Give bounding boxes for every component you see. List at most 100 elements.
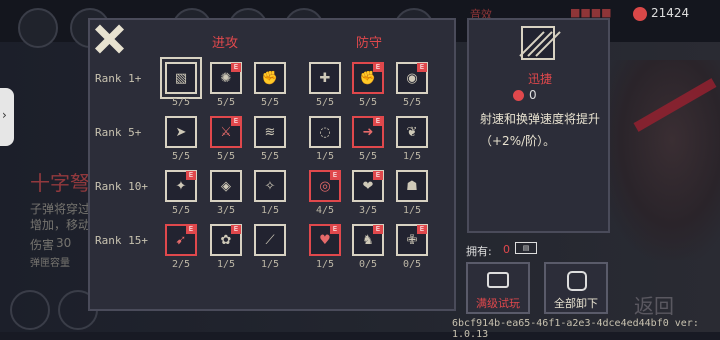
perk-level-count: 5/5 — [260, 97, 280, 108]
equipped-badge: E — [231, 225, 241, 234]
perk-slot[interactable]: ◌ — [309, 116, 341, 148]
back-button[interactable]: 返回 — [634, 290, 674, 319]
coin-icon — [633, 7, 647, 21]
wind-icon: ≋ — [264, 124, 276, 140]
perk-slot[interactable]: ✙ E — [396, 224, 428, 256]
chevron-right-icon: › — [2, 108, 7, 122]
perk-level-count: 5/5 — [171, 97, 191, 108]
perk-slot[interactable]: ◈ — [210, 170, 242, 202]
ticket-icon — [487, 272, 509, 288]
perk-cost: 0 — [529, 88, 537, 102]
perk-level-count: 1/5 — [260, 205, 280, 216]
perk-slot[interactable]: ✚ — [309, 62, 341, 94]
rank-label: Rank 10+ — [95, 180, 148, 193]
perk-level-count: 5/5 — [402, 97, 422, 108]
perk-level-count: 5/5 — [315, 97, 335, 108]
perk-slot[interactable]: ➤ — [165, 116, 197, 148]
perk-level-count: 1/5 — [315, 259, 335, 270]
equipped-badge: E — [373, 117, 383, 126]
weapon-name: 十字弩 — [30, 171, 90, 195]
perk-slot[interactable]: ➜ E — [352, 116, 384, 148]
perk-level-count: 0/5 — [402, 259, 422, 270]
cross-shield-icon: ✚ — [319, 70, 331, 86]
perk-level-count: 5/5 — [216, 97, 236, 108]
perk-level-count: 5/5 — [171, 151, 191, 162]
perk-level-count: 5/5 — [171, 205, 191, 216]
scarf-band — [633, 78, 717, 132]
perk-slot[interactable]: ✧ — [254, 170, 286, 202]
perk-slot[interactable]: ✦ E — [165, 170, 197, 202]
avatar-slot[interactable] — [18, 8, 58, 48]
owned-count: 0 — [503, 243, 510, 256]
perk-level-count: 3/5 — [358, 205, 378, 216]
weapon-desc-line1: 子弹将穿过 — [30, 202, 91, 216]
rune-circle-icon: ◈ — [221, 178, 231, 194]
perk-slot[interactable]: ✺ E — [210, 62, 242, 94]
equipped-badge: E — [330, 225, 340, 234]
max-level-trial-label: 满级试玩 — [476, 297, 520, 310]
perk-description: 射速和换弹速度将提升（+2%/阶）。 — [480, 112, 601, 148]
perk-slot[interactable]: ◎ E — [309, 170, 341, 202]
perk-level-count: 4/5 — [315, 205, 335, 216]
perk-level-count: 1/5 — [402, 205, 422, 216]
owned-label: 拥有: — [466, 245, 492, 258]
leaf-icon: ❦ — [406, 124, 418, 140]
perk-slot[interactable]: ❦ — [396, 116, 428, 148]
gem-icon — [513, 90, 524, 101]
perk-slot[interactable]: ❤ E — [352, 170, 384, 202]
perk-slot[interactable]: ➹ E — [165, 224, 197, 256]
perk-level-count: 5/5 — [260, 151, 280, 162]
unequip-all-label: 全部卸下 — [554, 297, 598, 310]
stars-icon: ✧ — [264, 178, 276, 194]
rank-label: Rank 15+ — [95, 234, 148, 247]
ghost-icon: ☗ — [406, 178, 418, 194]
perk-level-count: 1/5 — [315, 151, 335, 162]
attack-column-title: 进攻 — [212, 36, 239, 51]
unequip-icon — [567, 271, 587, 291]
perk-slot[interactable]: ✊ — [254, 62, 286, 94]
bottom-slot[interactable] — [10, 290, 50, 330]
ticket-icon: ▤ — [515, 242, 537, 254]
selected-perk-icon — [519, 26, 561, 60]
fist-icon: ✊ — [261, 70, 279, 86]
defense-column-title: 防守 — [356, 36, 383, 51]
perk-slot[interactable]: ⟋ — [254, 224, 286, 256]
perk-level-count: 1/5 — [216, 259, 236, 270]
version-string: 6bcf914b-ea65-46f1-a2e3-4dce4ed44bf0 ver… — [452, 318, 699, 340]
equipped-badge: E — [373, 171, 383, 180]
equipped-badge: E — [330, 171, 340, 180]
perk-level-count: 3/5 — [216, 205, 236, 216]
side-expand-button[interactable]: › — [0, 88, 14, 146]
selected-perk-name: 迅捷 — [527, 72, 552, 86]
perk-slot[interactable]: ♞ E — [352, 224, 384, 256]
ammo-label: 弹匣容量 — [30, 258, 70, 269]
equipped-badge: E — [373, 225, 383, 234]
perk-level-count: 1/5 — [402, 151, 422, 162]
perk-slot[interactable]: ⚔ E — [210, 116, 242, 148]
close-icon[interactable] — [94, 24, 124, 54]
perk-level-count: 5/5 — [358, 97, 378, 108]
weapon-desc-line2: 增加，移动 — [30, 218, 91, 232]
perk-level-count: 2/5 — [171, 259, 191, 270]
perk-level-count: 5/5 — [358, 151, 378, 162]
perk-level-count: 1/5 — [260, 259, 280, 270]
damage-label: 伤害 — [30, 238, 55, 252]
perk-slot[interactable]: ▧ — [160, 57, 202, 99]
arrow-icon: ➤ — [175, 124, 187, 140]
swirl-icon: ◌ — [319, 124, 331, 140]
perk-slot[interactable]: ◉ E — [396, 62, 428, 94]
equipped-badge: E — [186, 171, 196, 180]
rank-label: Rank 5+ — [95, 126, 142, 139]
damage-value: 30 — [56, 236, 72, 250]
perk-slot[interactable]: ✿ E — [210, 224, 242, 256]
perk-slot[interactable]: ✊ E — [352, 62, 384, 94]
perk-slot[interactable]: ☗ — [396, 170, 428, 202]
rank-label: Rank 1+ — [95, 72, 142, 85]
equipped-badge: E — [417, 225, 427, 234]
equipped-badge: E — [373, 63, 383, 72]
perk-slot[interactable]: ♥ E — [309, 224, 341, 256]
character-art — [600, 60, 720, 260]
equipped-badge: E — [231, 63, 241, 72]
equipped-badge: E — [186, 225, 196, 234]
perk-slot[interactable]: ≋ — [254, 116, 286, 148]
